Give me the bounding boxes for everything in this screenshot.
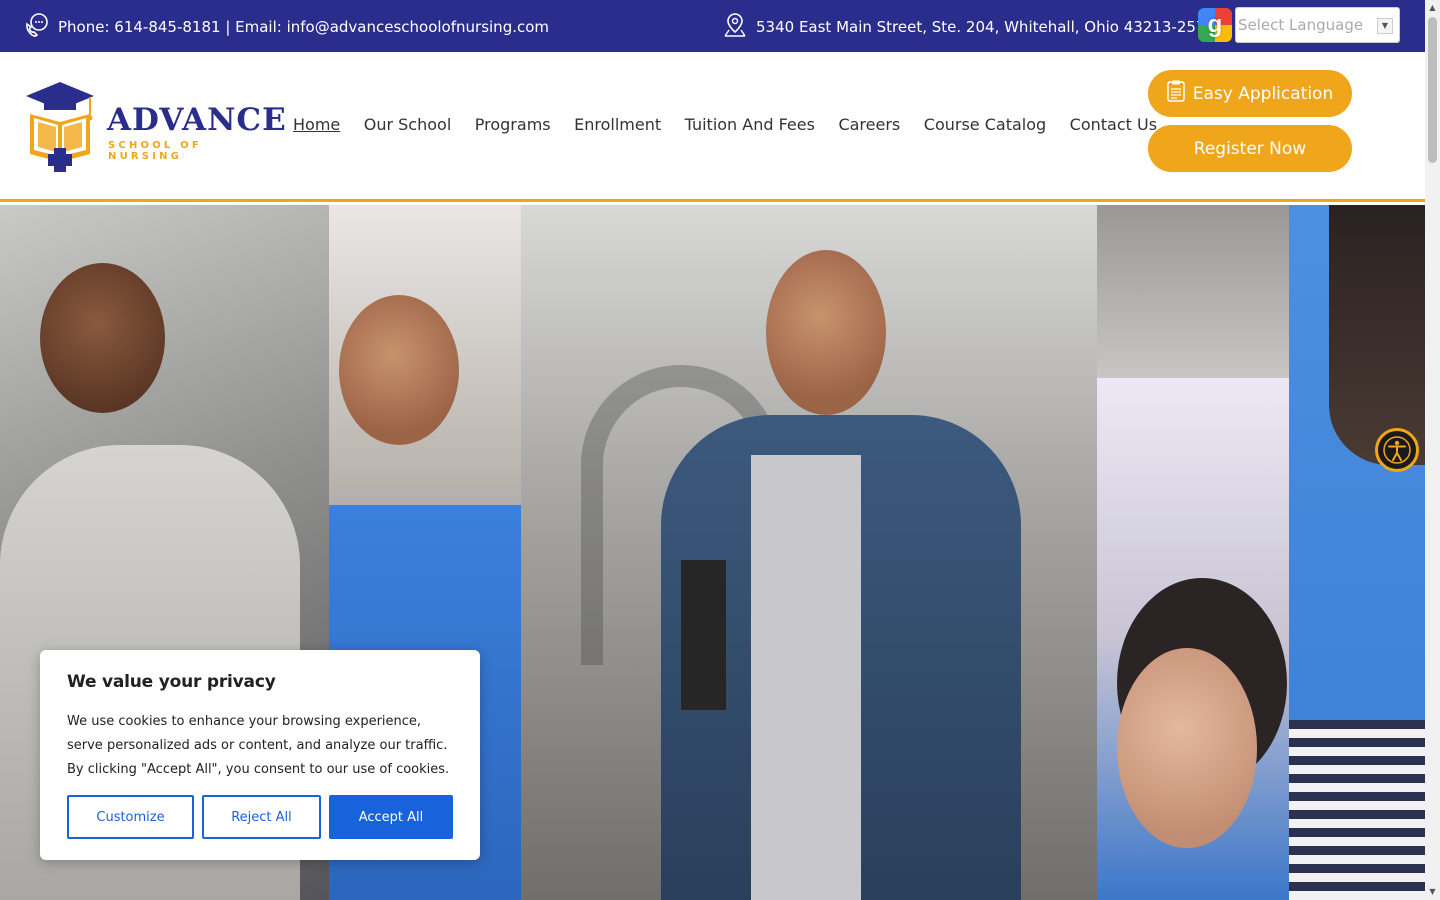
nav-item-careers[interactable]: Careers — [838, 115, 900, 134]
scroll-down-arrow-icon[interactable]: ▼ — [1428, 887, 1437, 897]
cookie-consent-dialog: We value your privacy We use cookies to … — [40, 650, 480, 860]
language-select[interactable]: Select Language ▼ — [1235, 7, 1400, 43]
hero-photo-background — [1097, 205, 1289, 378]
cookie-title: We value your privacy — [67, 672, 276, 692]
site-header: ADVANCE SCHOOL OF NURSING Home Our Schoo… — [0, 52, 1425, 202]
nav-item-course-catalog[interactable]: Course Catalog — [924, 115, 1046, 134]
register-now-button[interactable]: Register Now — [1148, 125, 1352, 172]
cookie-actions: Customize Reject All Accept All — [67, 795, 453, 839]
logo-subtitle: SCHOOL OF NURSING — [108, 140, 202, 162]
main-nav: Home Our School Programs Enrollment Tuit… — [293, 115, 1181, 134]
document-icon — [1167, 80, 1185, 107]
reject-all-button[interactable]: Reject All — [202, 795, 321, 839]
cookie-body: We use cookies to enhance your browsing … — [67, 714, 450, 777]
nav-item-programs[interactable]: Programs — [475, 115, 551, 134]
map-pin-icon — [722, 12, 748, 42]
nav-item-tuition[interactable]: Tuition And Fees — [685, 115, 815, 134]
accessibility-button[interactable] — [1375, 428, 1419, 472]
logo-brand: ADVANCE — [107, 102, 287, 138]
hero-photo-student-3 — [521, 205, 1097, 900]
hero-photo-nurse-1 — [1097, 378, 1289, 900]
scrollbar-thumb[interactable] — [1428, 17, 1437, 163]
contact-info: Phone: 614-845-8181 | Email: info@advanc… — [24, 12, 549, 42]
nav-item-home[interactable]: Home — [293, 115, 340, 134]
accessibility-icon — [1383, 436, 1411, 464]
accept-all-button[interactable]: Accept All — [329, 795, 453, 839]
page-scrollbar[interactable]: ▲ ▼ — [1425, 0, 1440, 900]
address-info: 5340 East Main Street, Ste. 204, Whiteha… — [722, 12, 1215, 42]
site-logo[interactable]: ADVANCE SCHOOL OF NURSING — [24, 80, 286, 175]
easy-application-button[interactable]: Easy Application — [1148, 70, 1352, 117]
contact-text[interactable]: Phone: 614-845-8181 | Email: info@advanc… — [58, 13, 549, 41]
address-text: 5340 East Main Street, Ste. 204, Whiteha… — [756, 18, 1216, 36]
language-select-placeholder: Select Language — [1238, 16, 1364, 34]
nav-item-contact-us[interactable]: Contact Us — [1070, 115, 1157, 134]
register-now-label: Register Now — [1193, 138, 1307, 159]
nav-item-enrollment[interactable]: Enrollment — [574, 115, 661, 134]
customize-button[interactable]: Customize — [67, 795, 194, 839]
graduation-book-icon — [26, 82, 94, 172]
easy-application-label: Easy Application — [1192, 83, 1334, 104]
top-bar: Phone: 614-845-8181 | Email: info@advanc… — [0, 0, 1425, 52]
hero-photo-striped-shirt — [1289, 720, 1425, 900]
phone-chat-icon — [24, 12, 50, 42]
scroll-up-arrow-icon[interactable]: ▲ — [1428, 3, 1437, 13]
google-icon: g — [1198, 8, 1232, 42]
chevron-down-icon: ▼ — [1377, 18, 1393, 34]
nav-item-our-school[interactable]: Our School — [364, 115, 452, 134]
